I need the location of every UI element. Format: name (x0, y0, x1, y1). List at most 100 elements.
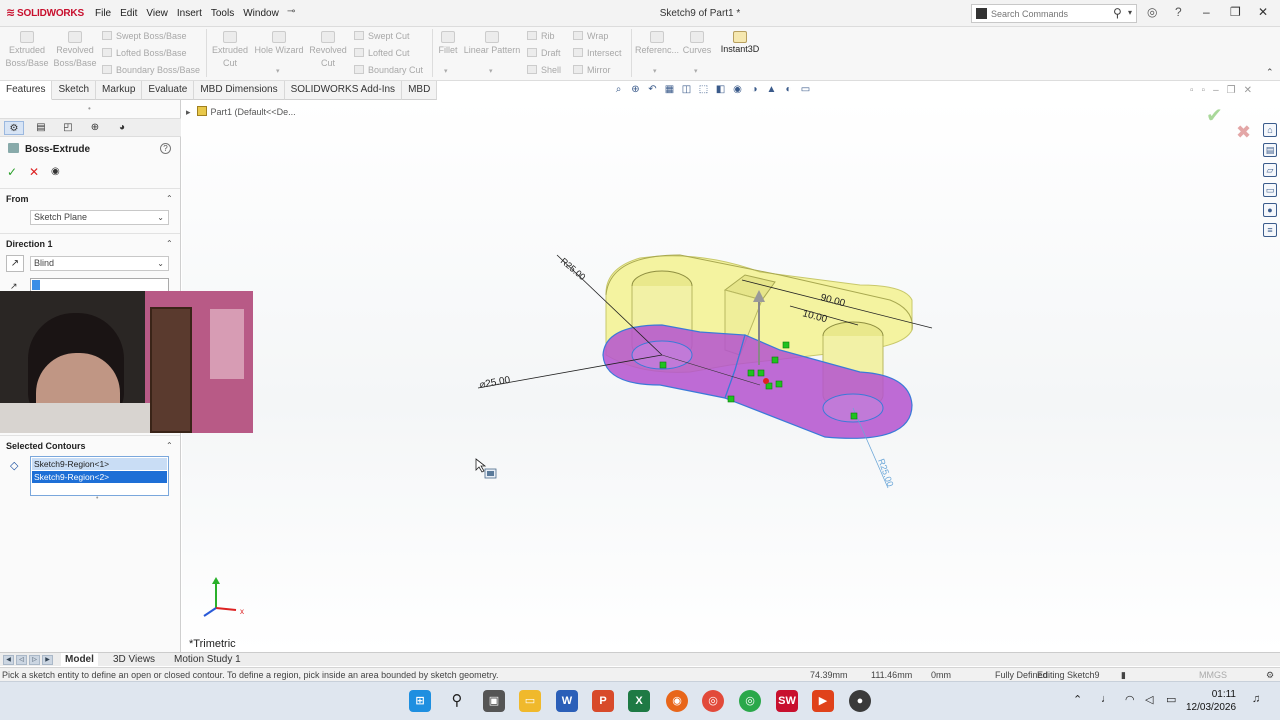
user-icon[interactable]: ◎ (1147, 5, 1157, 19)
minimize-view-icon[interactable]: – (1213, 85, 1219, 96)
chevron-up-icon[interactable]: ⌃ (1073, 693, 1082, 706)
rib-button[interactable]: Rib (527, 31, 555, 41)
tab-mbd-dimensions[interactable]: MBD Dimensions (194, 81, 285, 100)
hole-wizard-button[interactable]: Hole Wizard (252, 31, 306, 57)
chevron-down-icon[interactable]: ▾ (489, 67, 493, 75)
tab-3d-views[interactable]: 3D Views (109, 653, 159, 667)
section-view-icon[interactable]: ▦ (663, 84, 676, 96)
display-monitor-icon[interactable]: ▭ (799, 84, 812, 96)
intersect-button[interactable]: Intersect (573, 48, 622, 58)
displaymanager-tab-icon[interactable]: ◕ (112, 121, 132, 135)
reference-geometry-button[interactable]: Referenc... (634, 31, 680, 57)
list-item[interactable]: Sketch9-Region<1> (32, 458, 167, 470)
hide-show-items-icon[interactable]: ◉ (731, 84, 744, 96)
cancel-button[interactable]: ✕ (29, 165, 39, 179)
featuremanager-flyout[interactable]: ▸ Part1 (Default<<De... (186, 106, 296, 118)
microphone-icon[interactable]: ♩ (1101, 693, 1112, 705)
wifi-icon[interactable]: ◠ (1125, 693, 1135, 706)
edit-appearance-icon[interactable]: ◑ (748, 84, 761, 96)
instant3d-button[interactable]: Instant3D (717, 31, 763, 54)
tile-view-icon[interactable]: ▫ (1202, 85, 1206, 96)
tab-markup[interactable]: Markup (96, 81, 143, 100)
draft-button[interactable]: Draft (527, 48, 561, 58)
file-explorer-icon[interactable]: ▭ (1263, 183, 1277, 197)
restore-view-icon[interactable]: ❐ (1227, 85, 1236, 96)
boundary-cut-button[interactable]: Boundary Cut (354, 65, 423, 75)
section-selected-contours-title[interactable]: Selected Contours (6, 441, 86, 451)
dimension-r25-bottom[interactable]: R25.00 (876, 457, 895, 488)
design-library-icon[interactable]: ▱ (1263, 163, 1277, 177)
ok-button[interactable]: ✓ (7, 165, 17, 179)
from-select[interactable]: Sketch Plane ⌄ (30, 210, 169, 225)
chevron-down-icon[interactable]: ▾ (444, 67, 448, 75)
chevron-up-icon[interactable]: ⌃ (166, 194, 173, 203)
search-icon[interactable]: ⚲ (446, 690, 468, 712)
excel-icon[interactable]: X (628, 690, 650, 712)
reverse-direction-icon[interactable]: ↗ (6, 255, 24, 272)
split-view-icon[interactable]: ▫ (1190, 85, 1194, 96)
help-icon[interactable]: ? (1175, 5, 1182, 19)
zoom-to-area-icon[interactable]: ⊕ (629, 84, 642, 96)
solidworks-taskbar-icon[interactable]: SW (776, 690, 798, 712)
speaker-icon[interactable]: ◁ (1145, 693, 1153, 706)
search-commands-box[interactable]: ⚲ ▾ (971, 4, 1137, 23)
revolved-cut-button[interactable]: Revolved Cut (306, 31, 350, 70)
rebuild-icon[interactable]: ▮ (1121, 670, 1126, 681)
tab-sketch[interactable]: Sketch (52, 81, 97, 100)
mirror-button[interactable]: Mirror (573, 65, 611, 75)
chevron-down-icon[interactable]: ▾ (276, 67, 280, 75)
last-tab-icon[interactable]: ▶ (42, 655, 53, 665)
tab-motion-study[interactable]: Motion Study 1 (170, 653, 245, 667)
curves-button[interactable]: Curves (680, 31, 714, 57)
tab-model[interactable]: Model (61, 653, 98, 667)
dimension-diameter-25[interactable]: ⌀25.00 (479, 375, 512, 391)
tab-solidworks-addins[interactable]: SOLIDWORKS Add-Ins (284, 81, 403, 100)
tab-evaluate[interactable]: Evaluate (142, 81, 195, 100)
chrome-icon[interactable]: ◎ (702, 690, 724, 712)
menu-window[interactable]: Window (243, 8, 279, 19)
notification-bell-icon[interactable]: ♫ (1252, 693, 1260, 705)
confirm-ok-icon[interactable]: ✔ (1206, 103, 1223, 128)
chrome-profile-icon[interactable]: ◎ (739, 690, 761, 712)
resources-icon[interactable]: ▤ (1263, 143, 1277, 157)
apply-scene-icon[interactable]: ▲ (765, 84, 778, 96)
chevron-down-icon[interactable]: ▾ (653, 67, 657, 75)
fillet-button[interactable]: Fillet (435, 31, 461, 57)
first-tab-icon[interactable]: ◀ (3, 655, 14, 665)
dynamic-annotation-icon[interactable]: ◫ (680, 84, 693, 96)
panel-grip[interactable]: • (88, 104, 91, 113)
expand-arrow-icon[interactable]: ▸ (186, 107, 191, 117)
swept-boss-button[interactable]: Swept Boss/Base (102, 31, 187, 41)
view-orientation-icon[interactable]: ⬚ (697, 84, 710, 96)
zoom-to-fit-icon[interactable]: ⌕ (612, 84, 625, 96)
display-style-icon[interactable]: ◧ (714, 84, 727, 96)
extruded-boss-button[interactable]: Extruded Boss/Base (4, 31, 50, 70)
restore-button[interactable]: ❐ (1230, 5, 1241, 19)
lofted-cut-button[interactable]: Lofted Cut (354, 48, 410, 58)
powerpoint-icon[interactable]: P (592, 690, 614, 712)
chevron-up-icon[interactable]: ⌃ (166, 441, 173, 450)
boundary-boss-button[interactable]: Boundary Boss/Base (102, 65, 200, 75)
extruded-cut-button[interactable]: Extruded Cut (208, 31, 252, 70)
chevron-down-icon[interactable]: ▾ (694, 67, 698, 75)
prev-tab-icon[interactable]: ◁ (16, 655, 27, 665)
detailed-preview-icon[interactable]: ◉ (51, 166, 60, 177)
tab-features[interactable]: Features (0, 81, 53, 100)
task-view-icon[interactable]: ▣ (483, 690, 505, 712)
list-item[interactable]: Sketch9-Region<2> (32, 471, 167, 483)
chevron-down-icon[interactable]: ▾ (1128, 8, 1132, 17)
end-condition-select[interactable]: Blind ⌄ (30, 256, 169, 271)
dimxpert-tab-icon[interactable]: ⊕ (85, 121, 105, 135)
confirm-cancel-icon[interactable]: ✖ (1236, 122, 1251, 143)
search-icon[interactable]: ⚲ (1113, 6, 1122, 20)
shell-button[interactable]: Shell (527, 65, 561, 75)
propertymanager-tab-icon[interactable]: ▤ (31, 121, 51, 135)
recorder-icon[interactable]: ▶ (812, 690, 834, 712)
selected-contours-list[interactable]: Sketch9-Region<1> Sketch9-Region<2> (30, 456, 169, 496)
wrap-button[interactable]: Wrap (573, 31, 608, 41)
revolved-boss-button[interactable]: Revolved Boss/Base (52, 31, 98, 70)
home-icon[interactable]: ⌂ (1263, 123, 1277, 137)
close-button[interactable]: ✕ (1258, 5, 1268, 19)
customize-icon[interactable]: ⚙ (1266, 670, 1274, 681)
file-explorer-icon[interactable]: ▭ (519, 690, 541, 712)
